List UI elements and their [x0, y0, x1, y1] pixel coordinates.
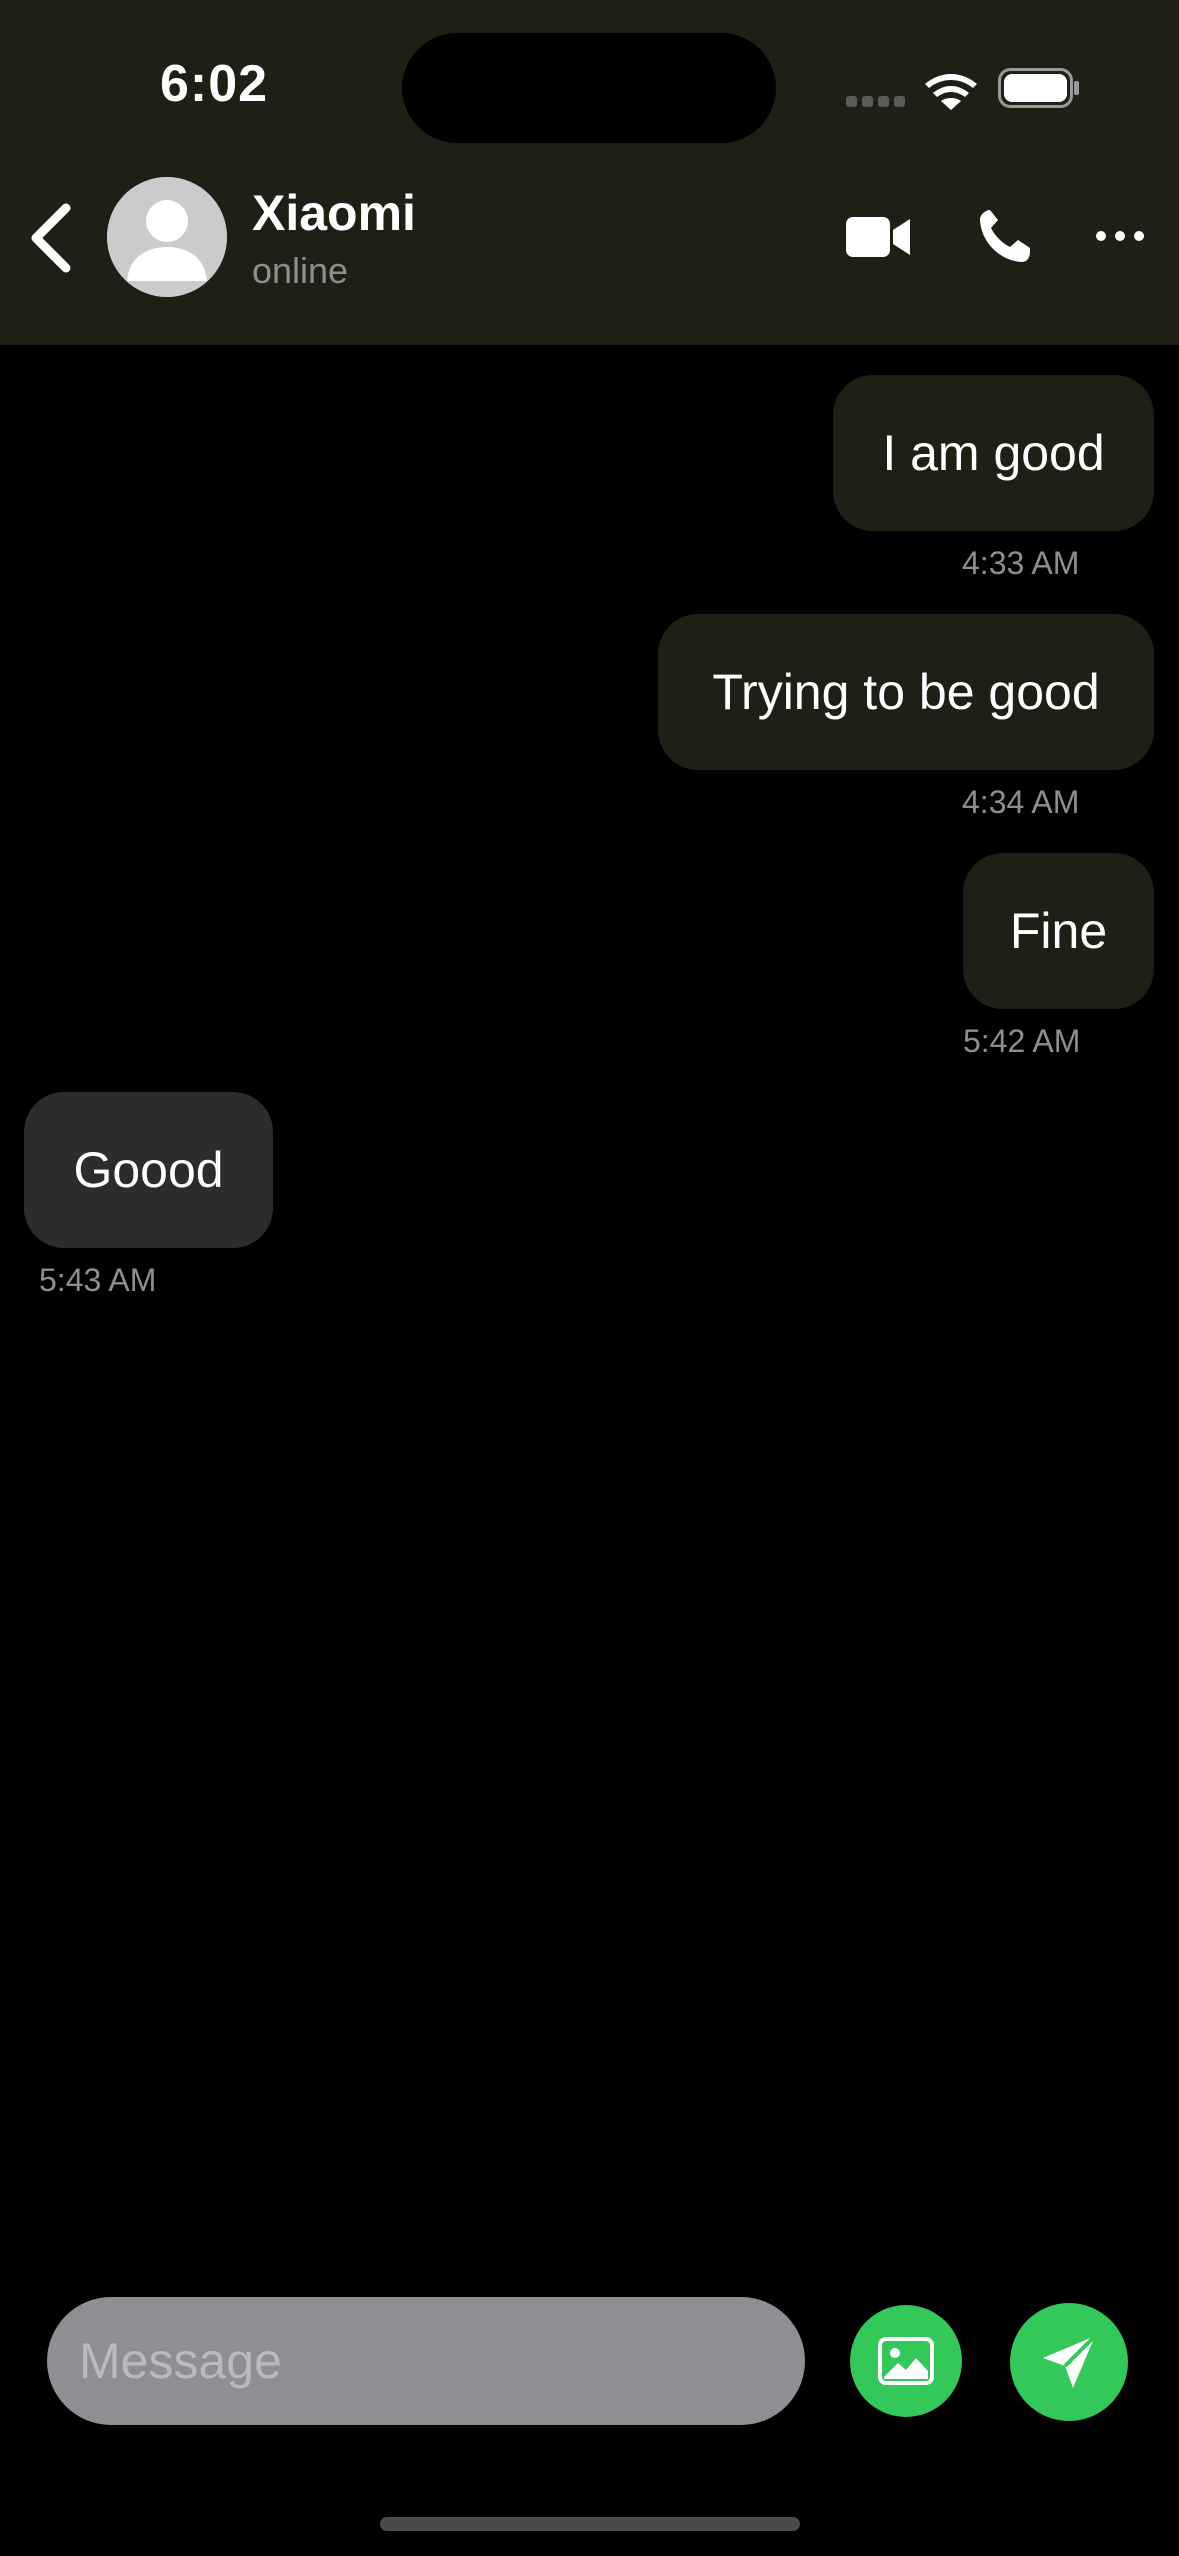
phone-icon[interactable]: [978, 208, 1030, 264]
message-timestamp: 5:43 AM: [39, 1262, 157, 1298]
message-bubble-received[interactable]: Goood: [24, 1092, 273, 1248]
image-icon: [878, 2337, 934, 2385]
attach-image-button[interactable]: [850, 2305, 962, 2417]
status-time: 6:02: [160, 55, 269, 113]
home-indicator[interactable]: [380, 2517, 800, 2531]
message-bubble-sent[interactable]: Fine: [963, 853, 1154, 1009]
back-chevron-icon[interactable]: [20, 196, 90, 280]
message-bubble-sent[interactable]: Trying to be good: [658, 614, 1154, 770]
message-timestamp: 5:42 AM: [963, 1023, 1081, 1059]
wifi-icon: [925, 74, 977, 110]
avatar-icon: [107, 177, 227, 297]
contact-name[interactable]: Xiaomi: [252, 184, 416, 242]
video-camera-icon[interactable]: [846, 212, 912, 262]
avatar[interactable]: [107, 177, 227, 297]
message-input[interactable]: [47, 2297, 805, 2425]
contact-status: online: [252, 250, 349, 291]
message-timestamp: 4:33 AM: [962, 545, 1080, 581]
send-icon: [1043, 2334, 1097, 2388]
message-bubble-sent[interactable]: I am good: [833, 375, 1154, 531]
cellular-signal-icon: [846, 96, 905, 108]
more-dots-icon[interactable]: [1094, 228, 1146, 244]
battery-icon: [998, 68, 1079, 108]
dynamic-island: [402, 33, 776, 143]
send-button[interactable]: [1010, 2303, 1128, 2421]
message-timestamp: 4:34 AM: [962, 784, 1080, 820]
